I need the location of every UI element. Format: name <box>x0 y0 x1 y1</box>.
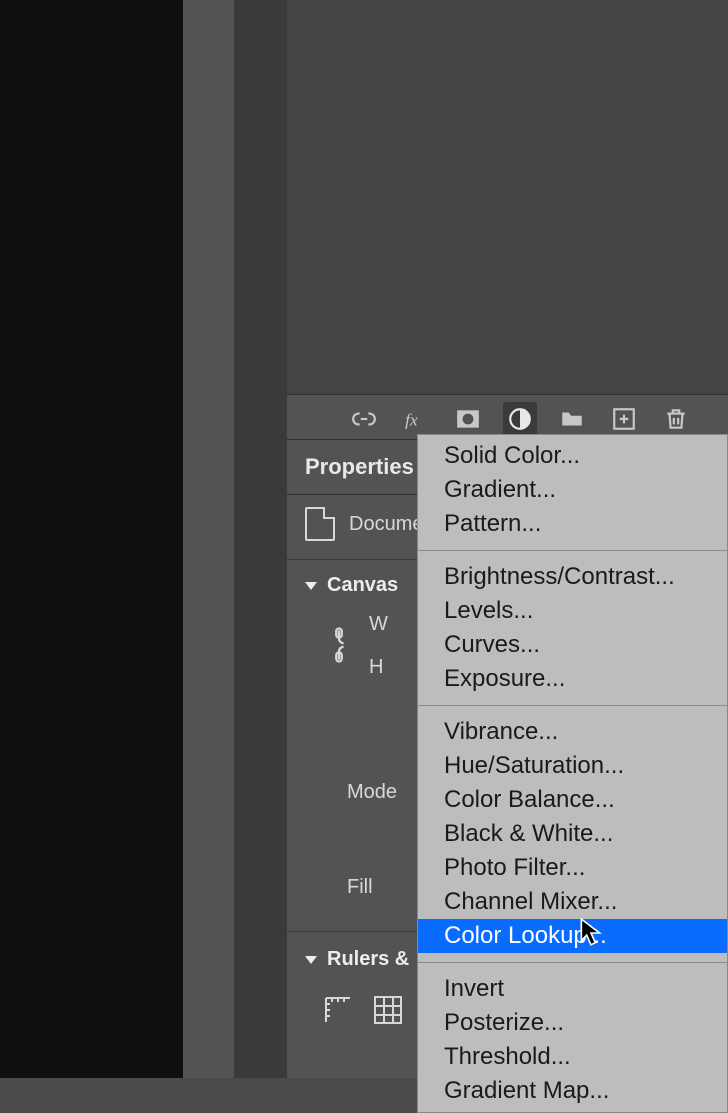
menu-item[interactable]: Curves... <box>418 628 727 662</box>
svg-text:fx: fx <box>405 410 418 429</box>
document-icon <box>305 507 335 541</box>
link-dimensions-icon[interactable] <box>325 625 353 665</box>
menu-separator <box>418 550 727 551</box>
trash-icon[interactable] <box>659 402 693 436</box>
canvas-dark-strip <box>0 0 183 1078</box>
menu-item[interactable]: Photo Filter... <box>418 851 727 885</box>
empty-panel-area <box>287 0 728 395</box>
panel-gutter <box>183 0 234 1078</box>
menu-item[interactable]: Channel Mixer... <box>418 885 727 919</box>
grid-icon[interactable] <box>373 995 405 1027</box>
menu-item[interactable]: Threshold... <box>418 1040 727 1074</box>
mouse-cursor <box>580 918 602 953</box>
menu-item[interactable]: Posterize... <box>418 1006 727 1040</box>
mask-icon[interactable] <box>451 402 485 436</box>
menu-group: InvertPosterize...Threshold...Gradient M… <box>418 968 727 1112</box>
adjustment-layer-menu: Solid Color...Gradient...Pattern...Brigh… <box>417 434 728 1113</box>
menu-separator <box>418 705 727 706</box>
width-label: W <box>369 613 388 636</box>
chevron-down-icon <box>305 956 317 964</box>
rulers-section-label: Rulers & <box>327 948 409 971</box>
menu-group: Vibrance...Hue/Saturation...Color Balanc… <box>418 711 727 957</box>
menu-item[interactable]: Color Lookup... <box>418 919 727 953</box>
mode-label: Mode <box>347 781 397 803</box>
link-layers-icon[interactable] <box>347 402 381 436</box>
new-layer-icon[interactable] <box>607 402 641 436</box>
menu-item[interactable]: Gradient... <box>418 473 727 507</box>
menu-group: Brightness/Contrast...Levels...Curves...… <box>418 556 727 700</box>
menu-item[interactable]: Pattern... <box>418 507 727 541</box>
menu-item[interactable]: Vibrance... <box>418 715 727 749</box>
panel-divider-strip <box>234 0 287 1078</box>
menu-separator <box>418 962 727 963</box>
menu-item[interactable]: Exposure... <box>418 662 727 696</box>
adjustment-layer-icon[interactable] <box>503 402 537 436</box>
height-label: H <box>369 656 388 679</box>
chevron-down-icon <box>305 582 317 590</box>
fill-label: Fill <box>347 876 373 898</box>
menu-item[interactable]: Solid Color... <box>418 439 727 473</box>
menu-item[interactable]: Brightness/Contrast... <box>418 560 727 594</box>
menu-item[interactable]: Invert <box>418 972 727 1006</box>
folder-icon[interactable] <box>555 402 589 436</box>
menu-item[interactable]: Hue/Saturation... <box>418 749 727 783</box>
fx-icon[interactable]: fx <box>399 402 433 436</box>
menu-item[interactable]: Gradient Map... <box>418 1074 727 1108</box>
menu-group: Solid Color...Gradient...Pattern... <box>418 435 727 545</box>
canvas-section-label: Canvas <box>327 574 398 597</box>
menu-item[interactable]: Levels... <box>418 594 727 628</box>
ruler-corner-icon[interactable] <box>323 995 355 1027</box>
menu-item[interactable]: Black & White... <box>418 817 727 851</box>
menu-item[interactable]: Color Balance... <box>418 783 727 817</box>
